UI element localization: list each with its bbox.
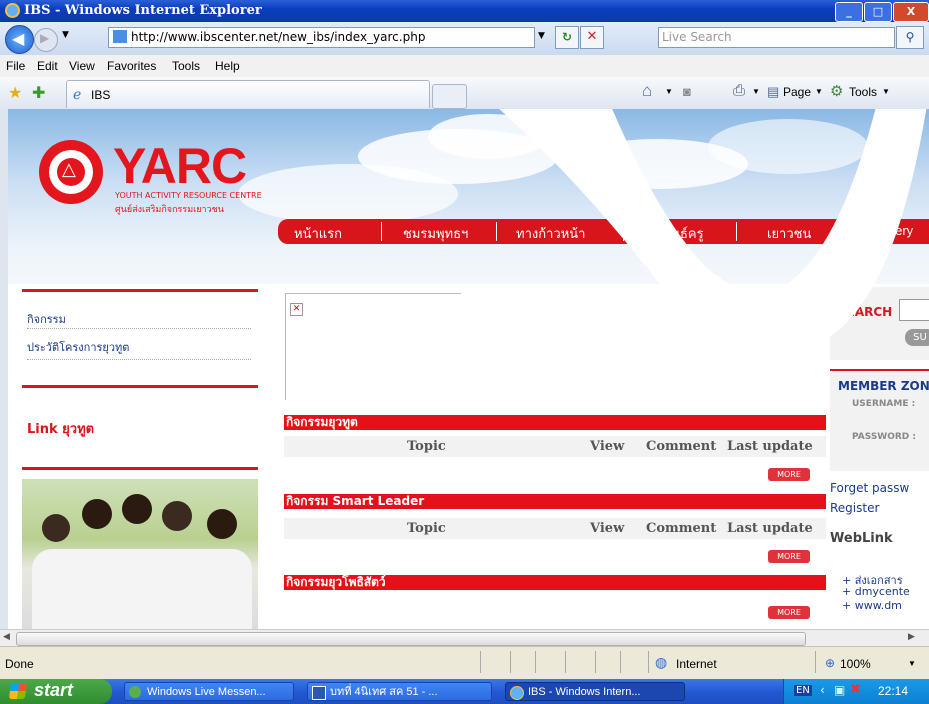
tab-ibs[interactable]: ℯ IBS (66, 80, 430, 108)
home-icon[interactable]: ⌂ (642, 81, 652, 101)
ie-icon (510, 686, 524, 700)
new-tab-button[interactable] (432, 84, 467, 109)
page-icon (113, 30, 127, 43)
menu-help[interactable]: Help (215, 59, 240, 73)
tools-dropdown-icon[interactable]: ▼ (882, 87, 890, 96)
refresh-button[interactable]: ↻ (555, 26, 579, 49)
menu-view[interactable]: View (69, 59, 95, 73)
task-messenger[interactable]: Windows Live Messen... (124, 682, 294, 701)
internet-zone-label: Internet (676, 657, 717, 671)
zoom-dropdown-icon[interactable]: ▼ (908, 659, 916, 668)
swoosh-overlay (499, 109, 927, 349)
zoom-icon: ⊕ (825, 656, 836, 670)
taskbar: start Windows Live Messen... บทที่ 4นิเท… (0, 679, 929, 704)
favorites-bar: ★ ✚ ℯ IBS ⌂ ▼ ◙ ⎙ ▼ ▤ Page ▼ ⚙ Tools ▼ (0, 77, 929, 110)
network-icon: ▣ (834, 683, 846, 697)
security-alert-icon: ✖ (850, 682, 861, 697)
start-button[interactable]: start (0, 679, 112, 704)
maximize-button[interactable]: □ (864, 2, 892, 22)
page-icon: ▤ (767, 84, 780, 99)
scroll-left-icon[interactable]: ◀ (3, 632, 10, 642)
task-internet-explorer[interactable]: IBS - Windows Intern... (505, 682, 685, 701)
stop-button[interactable]: ✕ (580, 26, 604, 49)
horizontal-scrollbar[interactable]: ◀ ▶ (0, 629, 929, 647)
minimize-button[interactable]: _ (835, 2, 863, 22)
history-dropdown-icon[interactable]: ▼ (62, 30, 69, 40)
internet-zone-icon: ◍ (655, 654, 668, 670)
favorites-star-icon[interactable]: ★ (8, 83, 22, 103)
back-arrow-icon: ◀ (12, 29, 25, 48)
web-content: △ YARC YOUTH ACTIVITY RESOURCE CENTRE ศู… (0, 109, 929, 629)
scroll-right-icon[interactable]: ▶ (908, 632, 915, 642)
window-title: IBS - Windows Internet Explorer (24, 3, 262, 18)
menu-tools[interactable]: Tools (172, 59, 200, 73)
menu-bar: File Edit View Favorites Tools Help (0, 55, 929, 78)
address-url-text: http://www.ibscenter.net/new_ibs/index_y… (131, 30, 426, 44)
menu-edit[interactable]: Edit (37, 59, 58, 73)
address-input[interactable]: http://www.ibscenter.net/new_ibs/index_y… (108, 27, 535, 48)
live-search-input[interactable]: Live Search (658, 27, 895, 48)
page-dropdown-icon[interactable]: ▼ (815, 87, 823, 96)
search-button[interactable]: ⚲ (896, 26, 924, 49)
tab-title: IBS (91, 88, 111, 102)
tools-gear-icon: ⚙ (830, 83, 844, 100)
address-toolbar: ◀ ▶ ▼ http://www.ibscenter.net/new_ibs/i… (0, 22, 929, 55)
messenger-icon (129, 686, 141, 698)
start-label: start (34, 680, 74, 700)
add-favorites-icon[interactable]: ✚ (32, 83, 45, 103)
word-icon (312, 686, 326, 700)
tray-expand-icon[interactable]: ‹ (820, 683, 825, 697)
ie-logo-icon (5, 3, 20, 18)
page-menu-label[interactable]: Page (783, 85, 811, 99)
search-icon: ⚲ (905, 30, 915, 44)
forward-button[interactable]: ▶ (34, 28, 58, 52)
tab-ie-icon: ℯ (73, 86, 82, 102)
print-dropdown-icon[interactable]: ▼ (752, 87, 760, 96)
back-button[interactable]: ◀ (5, 25, 34, 54)
home-dropdown-icon[interactable]: ▼ (665, 87, 673, 96)
close-button[interactable]: X (893, 2, 929, 22)
forward-arrow-icon: ▶ (40, 31, 50, 45)
system-tray: EN ‹ ▣ ✖ 22:14 (783, 679, 929, 704)
language-indicator[interactable]: EN (794, 685, 812, 696)
search-placeholder: Live Search (662, 30, 732, 44)
status-text: Done (5, 657, 34, 671)
status-bar: Done ◍ Internet ⊕ 100% ▼ (0, 646, 929, 680)
zoom-level[interactable]: 100% (840, 657, 871, 671)
window-title-bar: IBS - Windows Internet Explorer _ □ X (0, 0, 929, 22)
scroll-thumb[interactable] (16, 632, 806, 646)
address-dropdown-icon[interactable]: ▼ (538, 31, 545, 41)
clock: 22:14 (878, 684, 909, 698)
menu-file[interactable]: File (6, 59, 25, 73)
print-icon[interactable]: ⎙ (733, 82, 745, 99)
task-word-document[interactable]: บทที่ 4นิเทศ สค 51 - ... (307, 682, 492, 701)
tools-menu-label[interactable]: Tools (849, 85, 877, 99)
feeds-icon[interactable]: ◙ (683, 84, 691, 99)
windows-logo-icon (8, 683, 28, 699)
menu-favorites[interactable]: Favorites (107, 59, 156, 73)
